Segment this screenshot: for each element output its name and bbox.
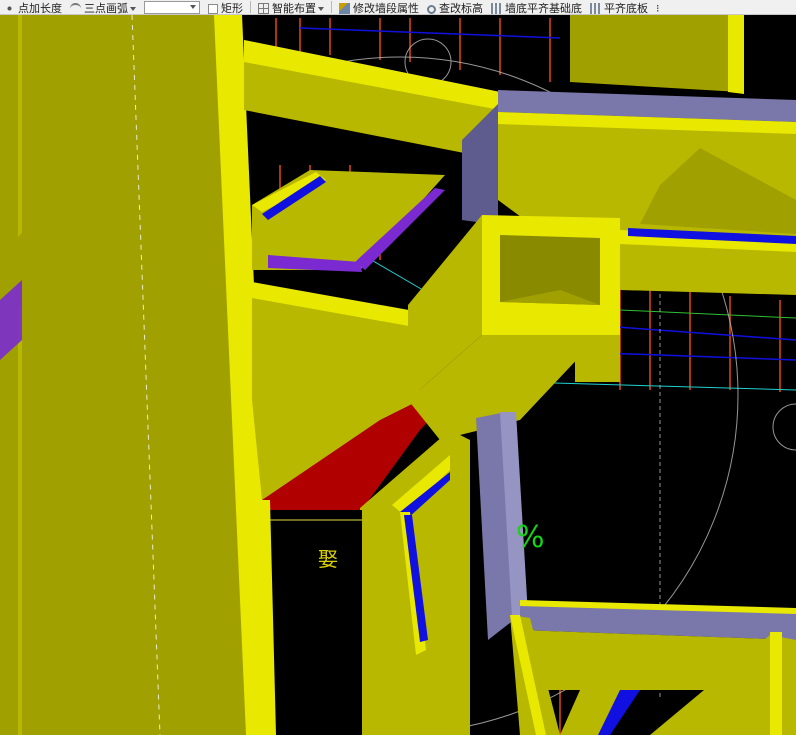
- chevron-down-icon[interactable]: [318, 7, 324, 11]
- edit-wall-icon: [339, 3, 350, 14]
- smart-layout-icon: [258, 3, 269, 14]
- toolbar-divider: [331, 1, 332, 13]
- column-square[interactable]: [408, 215, 620, 440]
- tool-rectangle[interactable]: 矩形: [204, 0, 247, 14]
- rectangle-checkbox[interactable]: [208, 4, 218, 14]
- tool-rectangle-label: 矩形: [221, 2, 243, 15]
- tool-check-elevation[interactable]: 查改标高: [423, 0, 487, 14]
- beam-middle-left[interactable]: [252, 170, 445, 272]
- wall-align-icon: [491, 3, 502, 14]
- tool-align-slab[interactable]: 平齐底板: [586, 0, 652, 14]
- toolbar-divider: [250, 1, 251, 13]
- toolbar: 点加长度 三点画弧 矩形 智能布置 修改墙段属性 查改标高 墙底平齐基础底 平齐…: [0, 0, 796, 15]
- tool-three-point-arc-label: 三点画弧: [84, 2, 128, 15]
- chinese-label: 娶: [318, 547, 338, 571]
- wall-bottom[interactable]: [510, 600, 796, 735]
- chevron-down-icon[interactable]: [130, 7, 136, 11]
- point-length-icon: [4, 3, 15, 14]
- arc-icon: [70, 3, 81, 14]
- viewport-canvas[interactable]: [0, 15, 796, 735]
- tool-wall-bottom-align[interactable]: 墙底平齐基础底: [487, 0, 586, 14]
- search-icon: [427, 5, 436, 14]
- column-top-right[interactable]: [570, 15, 744, 94]
- tool-three-point-arc[interactable]: 三点画弧: [66, 0, 140, 14]
- viewport-3d[interactable]: % 娶: [0, 15, 796, 735]
- toolbar-combo[interactable]: [144, 1, 200, 14]
- more-icon: ⁝: [656, 2, 660, 15]
- percent-label: %: [516, 520, 545, 555]
- tool-add-length-label: 点加长度: [18, 2, 62, 15]
- tool-modify-wall-props[interactable]: 修改墙段属性: [335, 0, 423, 14]
- tool-modify-wall-props-label: 修改墙段属性: [353, 2, 419, 15]
- toolbar-overflow[interactable]: ⁝: [652, 0, 664, 14]
- slab-align-icon: [590, 3, 601, 14]
- column-left[interactable]: [0, 15, 274, 735]
- tool-check-elevation-label: 查改标高: [439, 2, 483, 15]
- tool-align-slab-label: 平齐底板: [604, 2, 648, 15]
- tool-smart-layout-label: 智能布置: [272, 2, 316, 15]
- tool-smart-layout[interactable]: 智能布置: [254, 0, 328, 14]
- tool-add-length[interactable]: 点加长度: [0, 0, 66, 14]
- tool-wall-bottom-align-label: 墙底平齐基础底: [505, 2, 582, 15]
